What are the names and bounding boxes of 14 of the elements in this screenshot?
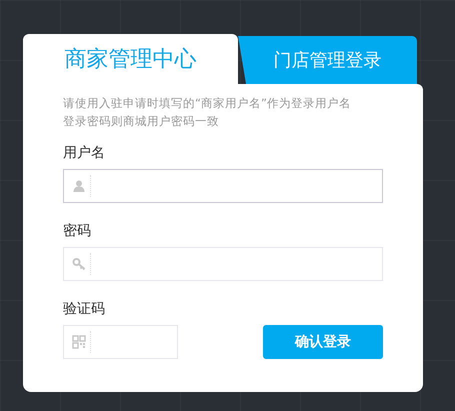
key-icon (72, 257, 86, 271)
field-label: 密码 (63, 222, 92, 240)
input-field[interactable] (63, 247, 383, 281)
input-field[interactable] (63, 325, 178, 359)
tab[interactable]: 商家管理中心 (23, 34, 238, 84)
input-field[interactable] (63, 169, 383, 203)
tab[interactable]: 门店管理登录 (238, 36, 417, 84)
user-icon (72, 179, 86, 193)
field-label: 验证码 (63, 300, 106, 318)
qr-code-icon (72, 335, 86, 349)
hint-text: 登录密码则商城用户密码一致 (63, 113, 220, 130)
hint-text: 请使用入驻申请时填写的“商家用户名”作为登录用户名 (63, 95, 352, 112)
field-label: 用户名 (63, 144, 106, 162)
login-button[interactable]: 确认登录 (263, 325, 383, 359)
